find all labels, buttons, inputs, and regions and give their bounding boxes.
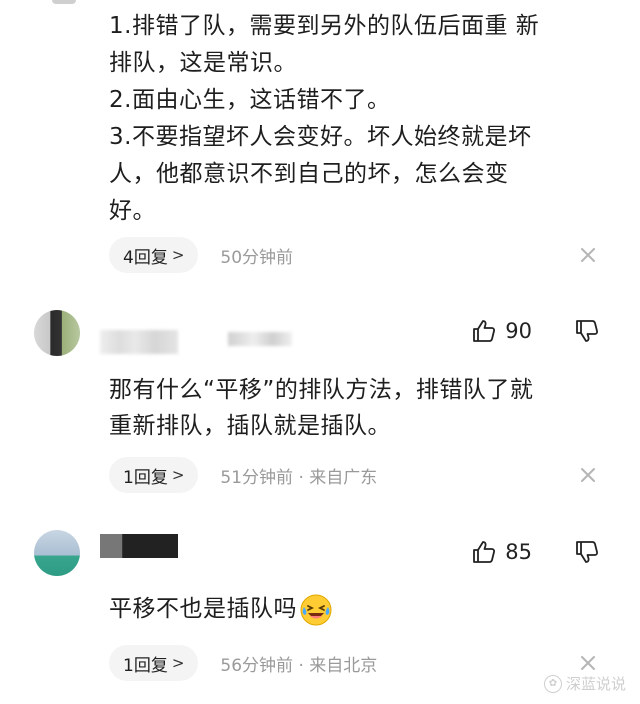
comment-1-timestamp: 50分钟前: [220, 247, 294, 268]
comment-2-text: 那有什么“平移”的排队方法，排错队了就 重新排队，插队就是插队。: [109, 372, 610, 444]
thumbs-up-icon[interactable]: [471, 539, 497, 565]
comment-1-reply-row: 4回复 > 50分钟前: [109, 237, 610, 273]
thumbs-up-icon[interactable]: [471, 318, 497, 344]
close-icon[interactable]: [576, 651, 600, 675]
username-blurred: [100, 534, 178, 558]
username-blurred: [100, 330, 178, 354]
comment-2-timestamp: 51分钟前 · 来自广东: [220, 467, 378, 488]
comment-1-line-6: 好。: [109, 198, 156, 224]
comment-2-like-group[interactable]: 90: [471, 318, 532, 344]
user-badge-blurred: [228, 332, 292, 346]
comment-2-reply-button[interactable]: 1回复 >: [109, 457, 199, 493]
comment-1-line-5: 人，他都意识不到自己的坏，怎么会变: [109, 161, 509, 187]
comment-2: 90 那有什么“平移”的排队方法，排错队了就 重新排队，插队就是插队。 1回复 …: [0, 300, 640, 520]
watermark-text: 深蓝说说: [565, 675, 626, 693]
close-icon[interactable]: [576, 243, 600, 267]
thumbs-down-icon[interactable]: [574, 539, 600, 565]
comment-2-reply-row: 1回复 > 51分钟前 · 来自广东: [109, 457, 610, 493]
comment-3-timestamp: 56分钟前 · 来自北京: [220, 655, 378, 676]
avatar[interactable]: [34, 530, 80, 576]
like-count: 90: [505, 319, 532, 343]
thumbs-down-icon[interactable]: [574, 318, 600, 344]
comment-1-line-2: 排队，这是常识。: [109, 50, 297, 76]
comment-3-line-1: 平移不也是插队吗: [109, 596, 297, 622]
laughing-crying-emoji-icon: [300, 594, 332, 625]
like-count: 85: [505, 540, 532, 564]
comment-3-reply-row: 1回复 > 56分钟前 · 来自北京: [109, 645, 610, 681]
comment-3-text: 平移不也是插队吗: [109, 591, 610, 627]
reply-count-label: 4回复: [123, 247, 168, 268]
watermark: ✿ 深蓝说说: [543, 673, 626, 694]
comment-1: 1.排错了队，需要到另外的队伍后面重 新 排队，这是常识。 2.面由心生，这话错…: [0, 0, 640, 300]
avatar[interactable]: [34, 310, 80, 356]
chevron-right-icon: >: [171, 654, 185, 672]
comment-1-reply-button[interactable]: 4回复 >: [109, 237, 199, 273]
comment-2-line-2: 重新排队，插队就是插队。: [109, 413, 391, 439]
chevron-right-icon: >: [171, 246, 185, 264]
reply-count-label: 1回复: [123, 655, 168, 676]
comment-3-reply-button[interactable]: 1回复 >: [109, 645, 199, 681]
chevron-right-icon: >: [171, 466, 185, 484]
close-icon[interactable]: [576, 463, 600, 487]
watermark-logo-icon: ✿: [543, 674, 562, 693]
comment-3-like-group[interactable]: 85: [471, 539, 532, 565]
reply-count-label: 1回复: [123, 467, 168, 488]
comment-1-line-4: 3.不要指望坏人会变好。坏人始终就是坏: [109, 124, 532, 150]
comment-2-line-1: 那有什么“平移”的排队方法，排错队了就: [109, 377, 534, 403]
comment-1-text: 1.排错了队，需要到另外的队伍后面重 新 排队，这是常识。 2.面由心生，这话错…: [109, 8, 610, 230]
comment-1-line-1: 1.排错了队，需要到另外的队伍后面重 新: [109, 13, 540, 39]
comment-1-line-3: 2.面由心生，这话错不了。: [109, 87, 391, 113]
